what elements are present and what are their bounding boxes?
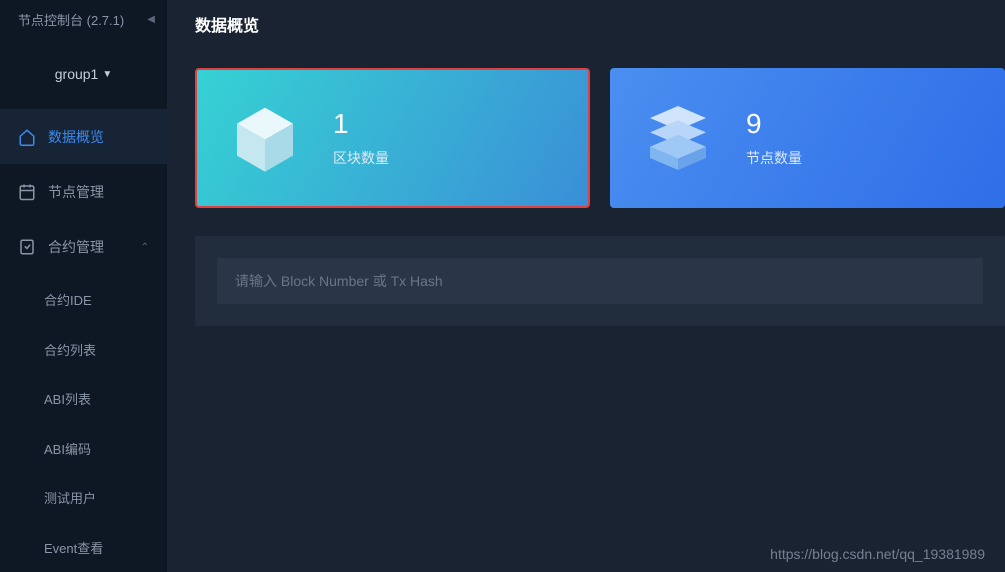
sidebar-subitem-event-view[interactable]: Event查看 xyxy=(0,523,167,572)
sidebar-subitem-label: 合约IDE xyxy=(44,290,92,309)
home-icon xyxy=(18,128,36,146)
sidebar-subitem-abi-list[interactable]: ABI列表 xyxy=(0,374,167,423)
cube-icon xyxy=(225,98,305,178)
sidebar-subitem-abi-encode[interactable]: ABI编码 xyxy=(0,424,167,473)
sidebar-subitem-contract-ide[interactable]: 合约IDE xyxy=(0,275,167,324)
watermark: https://blog.csdn.net/qq_19381989 xyxy=(770,546,985,562)
card-content: 1 区块数量 xyxy=(333,108,389,168)
card-node-count[interactable]: 9 节点数量 xyxy=(610,68,1005,208)
collapse-icon[interactable]: ◀ xyxy=(147,14,155,25)
sidebar-subitem-label: 合约列表 xyxy=(44,340,96,359)
card-label: 区块数量 xyxy=(333,148,389,168)
search-section xyxy=(195,236,1005,326)
sidebar-subitem-contract-list[interactable]: 合约列表 xyxy=(0,325,167,374)
sidebar-item-label: 合约管理 xyxy=(48,237,104,257)
sidebar-subitem-label: Event查看 xyxy=(44,538,103,557)
sidebar-item-label: 节点管理 xyxy=(48,182,104,202)
sidebar-item-data-overview[interactable]: 数据概览 xyxy=(0,109,167,164)
cards-row: 1 区块数量 9 节点数量 xyxy=(167,48,1005,228)
card-content: 9 节点数量 xyxy=(746,108,802,168)
sidebar-subitem-label: ABI编码 xyxy=(44,439,91,458)
document-icon xyxy=(18,238,36,256)
sidebar-subitem-label: 测试用户 xyxy=(44,488,96,507)
calendar-icon xyxy=(18,183,36,201)
layers-icon xyxy=(638,98,718,178)
app-title: 节点控制台 (2.7.1) xyxy=(18,10,124,29)
sidebar-item-label: 数据概览 xyxy=(48,127,104,147)
card-value: 9 xyxy=(746,108,802,140)
sidebar-item-node-manage[interactable]: 节点管理 xyxy=(0,164,167,219)
main-content: 数据概览 1 区块数量 xyxy=(167,0,1005,572)
caret-down-icon: ▼ xyxy=(102,69,112,80)
card-block-count[interactable]: 1 区块数量 xyxy=(195,68,590,208)
sidebar-subitem-test-user[interactable]: 测试用户 xyxy=(0,473,167,522)
group-label: group1 xyxy=(55,66,99,82)
group-selector[interactable]: group1 ▼ xyxy=(0,40,167,109)
sidebar-item-contract-manage[interactable]: 合约管理 ⌃ xyxy=(0,220,167,275)
card-value: 1 xyxy=(333,108,389,140)
page-title: 数据概览 xyxy=(167,0,1005,48)
sidebar-subitem-label: ABI列表 xyxy=(44,389,91,408)
card-label: 节点数量 xyxy=(746,148,802,168)
sidebar: 节点控制台 (2.7.1) ◀ group1 ▼ 数据概览 节点管理 合约管理 … xyxy=(0,0,167,572)
search-input[interactable] xyxy=(217,258,983,304)
chevron-up-icon: ⌃ xyxy=(141,242,149,253)
sidebar-header: 节点控制台 (2.7.1) ◀ xyxy=(0,0,167,40)
